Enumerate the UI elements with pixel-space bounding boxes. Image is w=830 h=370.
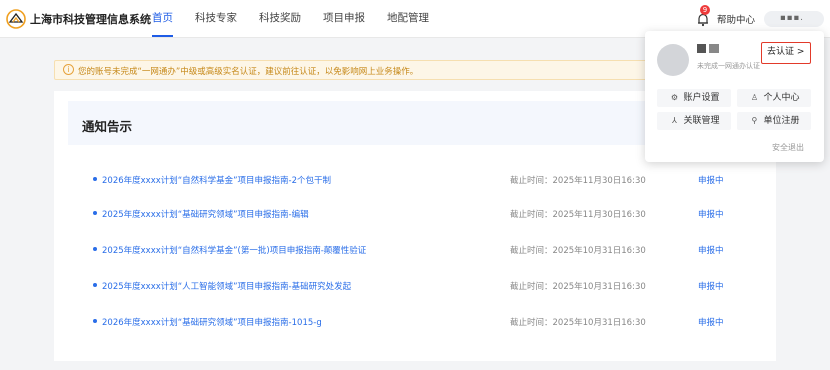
go-certify-button[interactable]: 去认证 > <box>761 42 811 64</box>
notice-row[interactable]: 2026年度xxxx计划“基础研究领域”项目申报指南-1015-g 截止时间：2… <box>54 313 776 333</box>
notice-status: 申报中 <box>698 176 724 186</box>
notice-row[interactable]: 2025年度xxxx计划“人工智能领域”项目申报指南-基础研究处发起 截止时间：… <box>54 277 776 297</box>
notification-badge: 9 <box>700 5 710 15</box>
notice-status: 申报中 <box>698 282 724 292</box>
link-icon: ⅄ <box>672 116 677 125</box>
logout-link[interactable]: 安全退出 <box>772 142 804 153</box>
bullet-icon <box>93 283 97 287</box>
personal-center-button[interactable]: ♙ 个人中心 <box>737 89 811 107</box>
site-title[interactable]: 上海市科技管理信息系统 <box>30 11 151 27</box>
notice-title[interactable]: 2025年度xxxx计划“基础研究领域”项目申报指南-编辑 <box>102 208 309 220</box>
nav-tech-experts[interactable]: 科技专家 <box>195 0 237 38</box>
nav-tech-awards[interactable]: 科技奖励 <box>259 0 301 38</box>
nav-project-apply[interactable]: 项目申报 <box>323 0 365 38</box>
nav-home[interactable]: 首页 <box>152 0 173 38</box>
notice-title[interactable]: 2025年度xxxx计划“自然科学基金”(第一批)项目申报指南-颠覆性验证 <box>102 244 366 256</box>
person-icon: ♙ <box>750 93 759 102</box>
notice-status: 申报中 <box>698 210 724 220</box>
account-settings-label: 账户设置 <box>683 93 720 103</box>
notice-deadline: 截止时间：2025年10月31日16:30 <box>510 246 646 256</box>
notice-status: 申报中 <box>698 246 724 256</box>
auth-warning-text: 您的账号未完成“一网通办”中级或高级实名认证，建议前往认证，以免影响网上业务操作… <box>78 67 419 77</box>
notice-card-title: 通知告示 <box>82 119 133 134</box>
org-register-label: 单位注册 <box>763 116 800 126</box>
bullet-icon <box>93 177 97 181</box>
main-nav: 首页 科技专家 科技奖励 项目申报 地配管理 <box>152 0 451 38</box>
gear-icon: ⚙ <box>670 93 679 102</box>
user-name-redacted: ▪▪▪. <box>780 13 804 23</box>
notice-deadline: 截止时间：2025年10月31日16:30 <box>510 318 646 328</box>
notice-title[interactable]: 2026年度xxxx计划“基础研究领域”项目申报指南-1015-g <box>102 316 322 328</box>
notice-status: 申报中 <box>698 318 724 328</box>
account-settings-button[interactable]: ⚙ 账户设置 <box>657 89 731 107</box>
org-icon: ⚲ <box>751 116 758 125</box>
personal-center-label: 个人中心 <box>763 93 800 103</box>
notice-row[interactable]: 2025年度xxxx计划“自然科学基金”(第一批)项目申报指南-颠覆性验证 截止… <box>54 241 776 261</box>
auth-status-text: 未完成一网通办认证 <box>697 62 760 70</box>
bullet-icon <box>93 211 97 215</box>
notice-row[interactable]: 2026年度xxxx计划“自然科学基金”项目申报指南-2个包干制 截止时间：20… <box>54 171 776 191</box>
link-manage-button[interactable]: ⅄ 关联管理 <box>657 112 731 130</box>
notice-title[interactable]: 2026年度xxxx计划“自然科学基金”项目申报指南-2个包干制 <box>102 174 331 186</box>
notice-deadline: 截止时间：2025年11月30日16:30 <box>510 210 646 220</box>
org-register-button[interactable]: ⚲ 单位注册 <box>737 112 811 130</box>
logo-icon[interactable] <box>6 9 26 29</box>
notice-row[interactable]: 2025年度xxxx计划“基础研究领域”项目申报指南-编辑 截止时间：2025年… <box>54 205 776 225</box>
link-manage-label: 关联管理 <box>683 116 720 126</box>
help-center-link[interactable]: 帮助中心 <box>717 12 755 26</box>
notice-deadline: 截止时间：2025年11月30日16:30 <box>510 176 646 186</box>
nav-config-manage[interactable]: 地配管理 <box>387 0 429 38</box>
user-name-redacted <box>697 44 719 53</box>
user-dropdown-popover: 未完成一网通办认证 去认证 > ⚙ 账户设置 ♙ 个人中心 ⅄ 关联管理 ⚲ 单位注册 … <box>645 31 824 162</box>
notice-deadline: 截止时间：2025年10月31日16:30 <box>510 282 646 292</box>
bullet-icon <box>93 247 97 251</box>
notice-title[interactable]: 2025年度xxxx计划“人工智能领域”项目申报指南-基础研究处发起 <box>102 280 351 292</box>
bullet-icon <box>93 319 97 323</box>
avatar <box>657 44 689 76</box>
info-icon: i <box>63 64 74 75</box>
